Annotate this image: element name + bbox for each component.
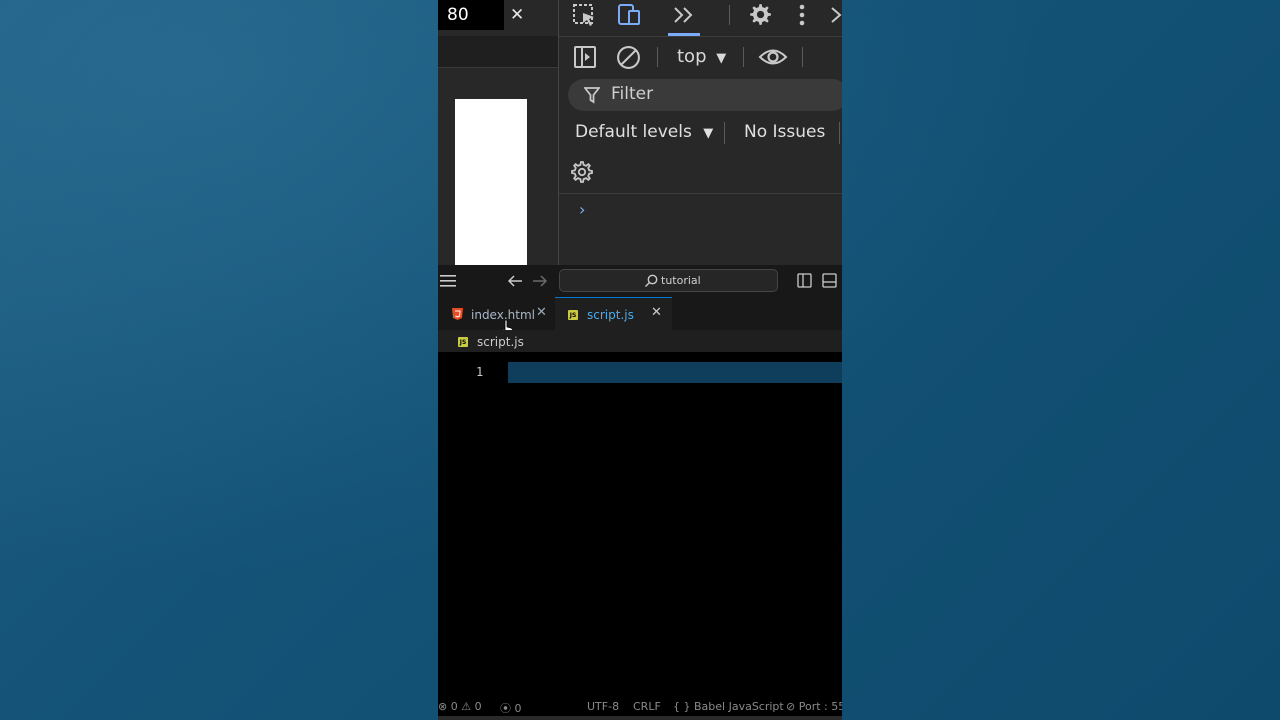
code-editor[interactable]	[438, 352, 842, 696]
toolbar-separator	[743, 47, 744, 67]
js-icon: JS	[458, 337, 468, 347]
braces-icon: { }	[673, 700, 691, 713]
js-icon: JS	[568, 310, 578, 320]
current-line-highlight	[508, 362, 842, 383]
status-bar: ⊗ 0 ⚠ 0 ⦿ 0 UTF-8 CRLF { } Babel JavaScr…	[438, 696, 842, 716]
console-settings-gear-icon[interactable]	[570, 161, 594, 185]
search-icon	[645, 274, 658, 287]
inspect-element-icon[interactable]	[572, 3, 598, 27]
close-tab-icon[interactable]: ✕	[651, 305, 662, 320]
problems-indicator[interactable]: ⊗ 0 ⚠ 0	[438, 700, 482, 713]
sidebar-toggle-icon[interactable]	[573, 45, 597, 69]
forward-arrow-icon[interactable]	[532, 274, 548, 288]
filter-funnel-icon	[584, 87, 600, 104]
divider	[559, 193, 842, 194]
console-prompt-chevron-icon[interactable]: ›	[579, 200, 585, 219]
warning-icon: ⚠	[461, 700, 472, 713]
error-icon: ⊗	[438, 700, 448, 713]
line-ending[interactable]: CRLF	[633, 700, 661, 713]
toggle-sidebar-icon[interactable]	[797, 273, 812, 288]
hamburger-menu-icon[interactable]	[440, 275, 456, 287]
divider	[559, 36, 842, 37]
close-icon[interactable]: ✕	[510, 5, 524, 25]
live-server-port[interactable]: ⊘ Port : 55	[786, 700, 842, 713]
toolbar-separator	[839, 122, 840, 144]
zoom-input[interactable]: 80	[438, 0, 504, 30]
tab-label: script.js	[587, 308, 634, 322]
dropdown-arrow-icon: ▼	[716, 51, 727, 66]
prohibited-icon: ⊘	[786, 700, 796, 713]
bottom-edge	[438, 716, 842, 720]
filter-placeholder: Filter	[611, 84, 654, 104]
context-label: top	[677, 46, 707, 67]
viewport-toolbar	[438, 36, 558, 68]
broadcast-icon: ⦿	[500, 702, 511, 715]
toolbar-separator	[729, 5, 730, 25]
toolbar-separator	[657, 47, 658, 67]
html5-icon	[452, 308, 463, 320]
filter-input[interactable]	[568, 79, 842, 111]
close-tab-icon[interactable]: ✕	[536, 305, 547, 320]
language-mode[interactable]: { } Babel JavaScript	[673, 700, 784, 713]
language-label: Babel JavaScript	[694, 700, 784, 713]
toolbar-separator	[724, 122, 725, 144]
toolbar-separator	[802, 47, 803, 67]
device-toolbar-icon[interactable]	[616, 3, 642, 27]
toggle-panel-icon[interactable]	[822, 273, 837, 288]
page-preview	[455, 99, 527, 265]
warning-count: 0	[474, 700, 482, 713]
ports-indicator[interactable]: ⦿ 0	[500, 700, 522, 716]
encoding[interactable]: UTF-8	[587, 700, 619, 713]
breadcrumb-item[interactable]: script.js	[477, 335, 524, 349]
dropdown-arrow-icon: ▼	[703, 126, 714, 141]
more-tabs-icon[interactable]	[672, 5, 696, 25]
settings-gear-icon[interactable]	[747, 2, 772, 27]
clear-console-icon[interactable]	[616, 45, 641, 70]
log-levels-dropdown[interactable]: Default levels ▼	[575, 122, 713, 142]
app-frame: 80 ✕ top ▼ Filter Default levels ▼ No Is…	[438, 0, 842, 720]
issues-counter[interactable]: No Issues	[744, 122, 825, 142]
context-selector[interactable]: top ▼	[677, 46, 726, 67]
ports-count: 0	[514, 702, 522, 715]
back-arrow-icon[interactable]	[507, 274, 523, 288]
more-options-icon[interactable]	[796, 3, 808, 27]
devtools-panel: 80 ✕ top ▼ Filter Default levels ▼ No Is…	[438, 0, 842, 265]
search-text: tutorial	[661, 274, 701, 287]
levels-label: Default levels	[575, 122, 692, 142]
error-count: 0	[450, 700, 458, 713]
live-expression-eye-icon[interactable]	[758, 46, 788, 68]
port-label: Port : 55	[798, 700, 842, 713]
line-number: 1	[476, 365, 484, 379]
close-devtools-icon[interactable]	[830, 5, 842, 25]
